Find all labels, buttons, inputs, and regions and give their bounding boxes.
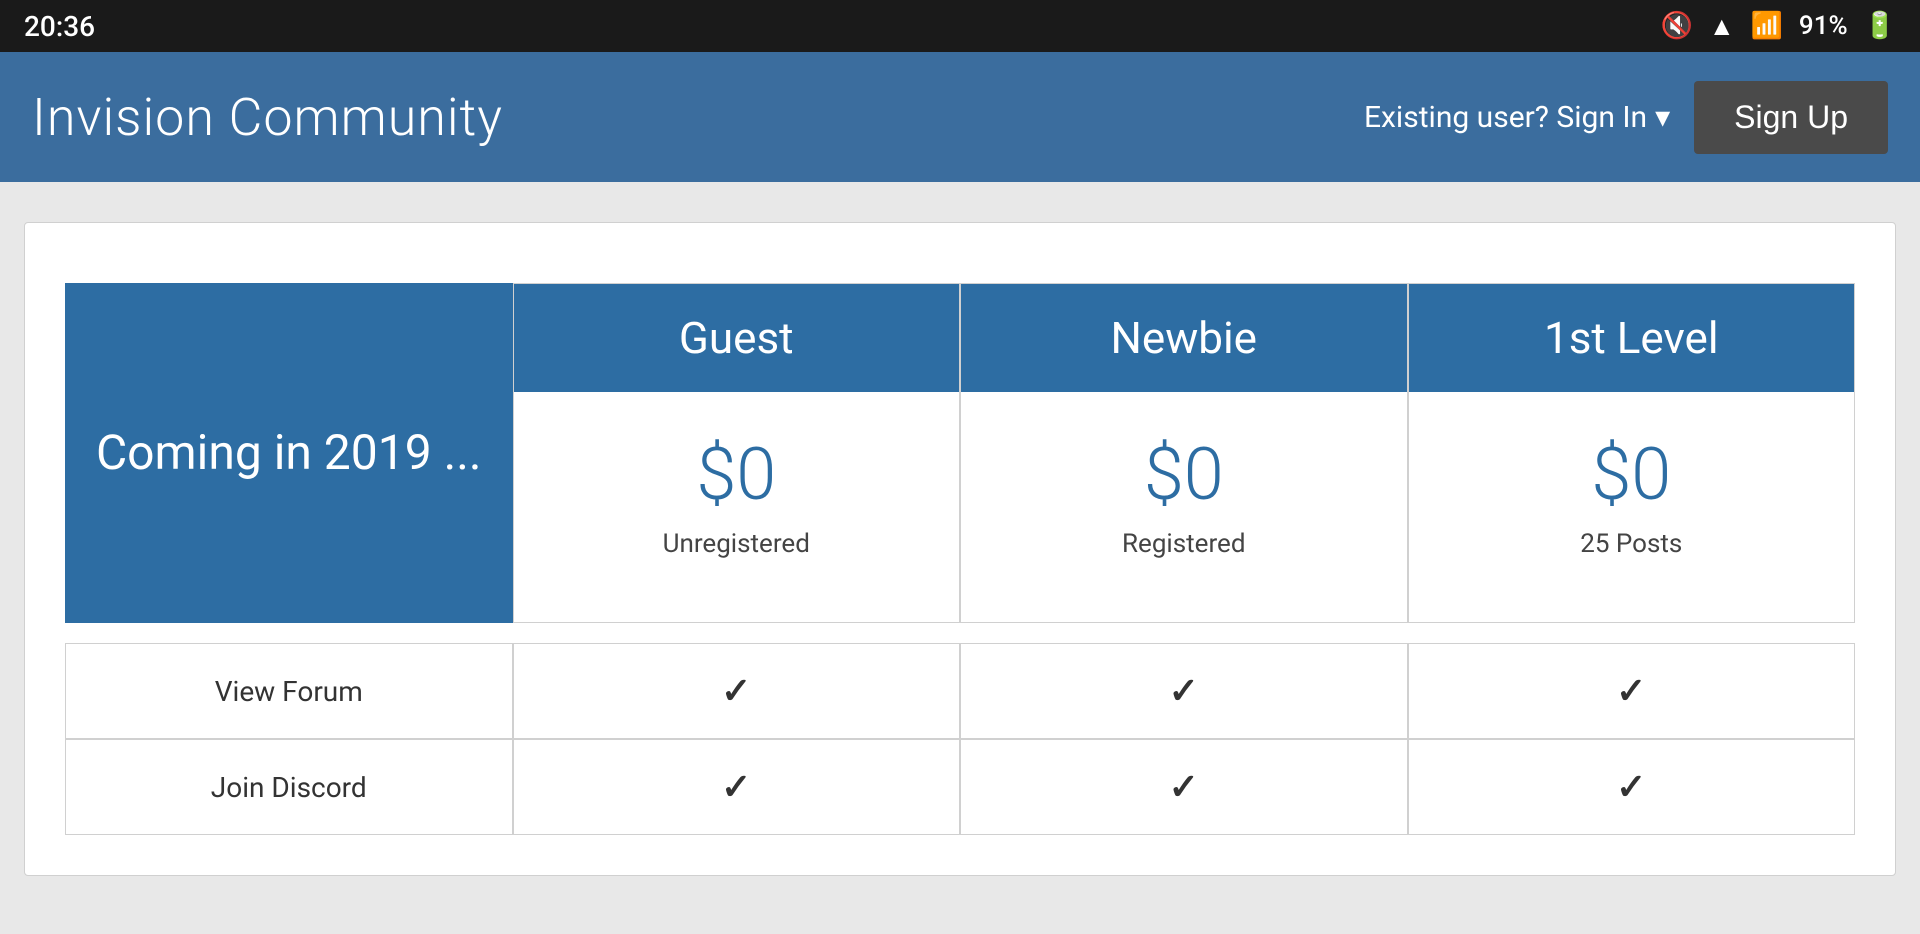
pricing-grid: Coming in 2019 ... Guest $0 Unregistered…	[65, 283, 1855, 623]
wifi-icon: ▲	[1709, 11, 1735, 42]
tier-header-1st-level: 1st Level	[1409, 284, 1855, 392]
feature-check-1stlevel-view-forum: ✓	[1408, 643, 1856, 739]
sign-in-label: Existing user? Sign In	[1364, 100, 1647, 135]
checkmark-icon: ✓	[1169, 670, 1199, 712]
feature-label-view-forum: View Forum	[65, 643, 513, 739]
checkmark-icon: ✓	[1169, 766, 1199, 808]
status-icons: 🔇 ▲ 📶 91% 🔋	[1660, 11, 1896, 42]
tier-price-newbie: $0	[981, 432, 1387, 517]
navbar: Invision Community Existing user? Sign I…	[0, 52, 1920, 182]
tier-card-newbie: Newbie $0 Registered	[960, 283, 1408, 623]
feature-check-newbie-view-forum: ✓	[960, 643, 1408, 739]
checkmark-icon: ✓	[1616, 670, 1646, 712]
tier-header-guest: Guest	[514, 284, 960, 392]
sign-up-button[interactable]: Sign Up	[1694, 81, 1888, 154]
feature-check-1stlevel-join-discord: ✓	[1408, 739, 1856, 835]
feature-label-join-discord: Join Discord	[65, 739, 513, 835]
feature-check-guest-view-forum: ✓	[513, 643, 961, 739]
status-time: 20:36	[24, 10, 95, 43]
sign-in-link[interactable]: Existing user? Sign In ▾	[1364, 100, 1670, 135]
tier-card-coming: Coming in 2019 ...	[65, 283, 513, 623]
coming-text: Coming in 2019 ...	[76, 399, 502, 506]
site-title: Invision Community	[32, 87, 503, 148]
tier-body-1st-level: $0 25 Posts	[1409, 392, 1855, 595]
tier-subtitle-1st-level: 25 Posts	[1429, 529, 1835, 559]
checkmark-icon: ✓	[1616, 766, 1646, 808]
status-bar: 20:36 🔇 ▲ 📶 91% 🔋	[0, 0, 1920, 52]
checkmark-icon: ✓	[721, 766, 751, 808]
feature-row-view-forum: View Forum ✓ ✓ ✓	[65, 643, 1855, 739]
tier-card-guest: Guest $0 Unregistered	[513, 283, 961, 623]
signal-icon: 📶	[1751, 11, 1783, 41]
feature-row-join-discord: Join Discord ✓ ✓ ✓	[65, 739, 1855, 835]
battery-icon: 🔋	[1864, 11, 1896, 41]
main-content: Coming in 2019 ... Guest $0 Unregistered…	[0, 182, 1920, 916]
battery-label: 91%	[1799, 11, 1848, 41]
feature-table: View Forum ✓ ✓ ✓ Join Discord ✓ ✓	[65, 643, 1855, 835]
mute-icon: 🔇	[1660, 11, 1692, 41]
pricing-container: Coming in 2019 ... Guest $0 Unregistered…	[24, 222, 1896, 876]
tier-header-newbie: Newbie	[961, 284, 1407, 392]
feature-check-guest-join-discord: ✓	[513, 739, 961, 835]
navbar-actions: Existing user? Sign In ▾ Sign Up	[1364, 81, 1888, 154]
tier-card-1st-level: 1st Level $0 25 Posts	[1408, 283, 1856, 623]
tier-subtitle-guest: Unregistered	[534, 529, 940, 559]
feature-check-newbie-join-discord: ✓	[960, 739, 1408, 835]
chevron-down-icon: ▾	[1655, 100, 1670, 135]
tier-price-1st-level: $0	[1429, 432, 1835, 517]
tier-body-newbie: $0 Registered	[961, 392, 1407, 595]
tier-price-guest: $0	[534, 432, 940, 517]
checkmark-icon: ✓	[721, 670, 751, 712]
tier-body-guest: $0 Unregistered	[514, 392, 960, 595]
tier-subtitle-newbie: Registered	[981, 529, 1387, 559]
